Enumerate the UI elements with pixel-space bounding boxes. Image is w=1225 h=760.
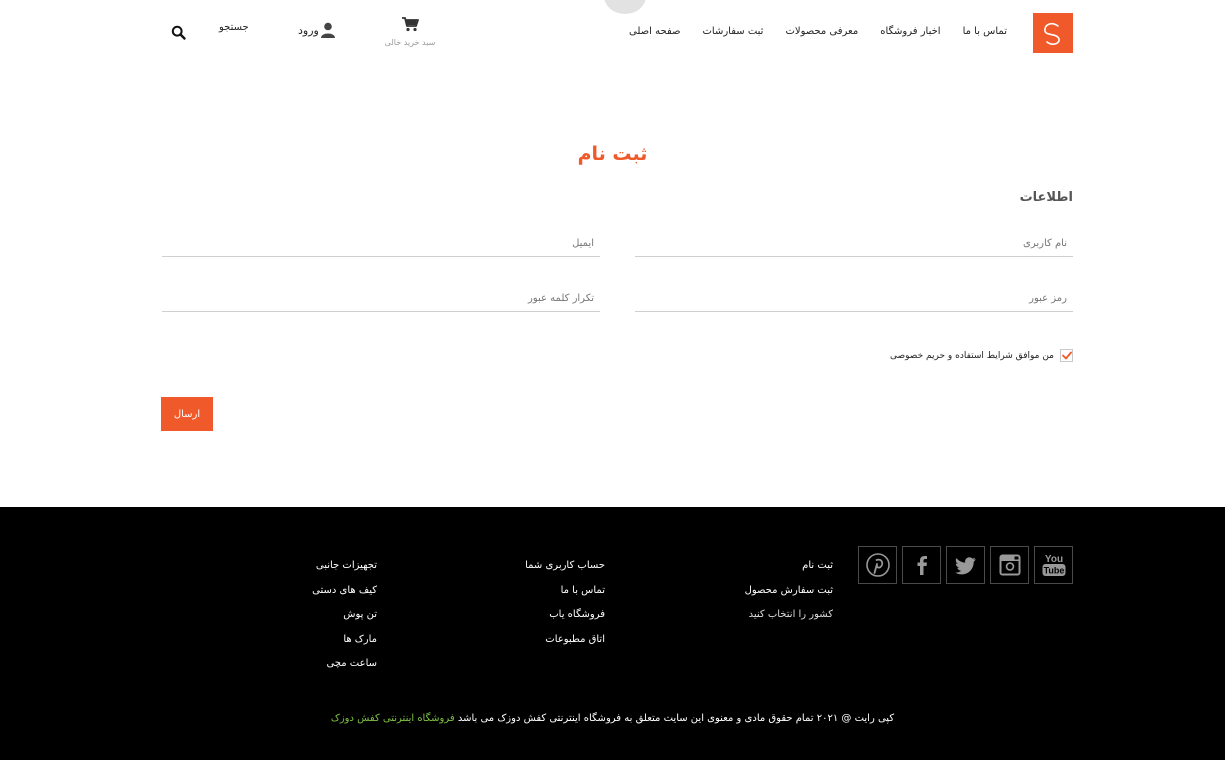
top-tab-handle[interactable]	[604, 0, 646, 14]
footer-column-company: حساب کاربری شما تماس با ما فروشگاه یاب ا…	[525, 554, 605, 652]
email-field-wrap	[162, 231, 600, 257]
twitter-icon	[954, 557, 976, 575]
footer-link[interactable]: تماس با ما	[525, 579, 605, 604]
check-icon	[1061, 351, 1072, 360]
username-field-wrap	[635, 231, 1073, 257]
youtube-link[interactable]: You Tube	[1034, 546, 1073, 584]
nav-item-orders[interactable]: ثبت سفارشات	[703, 26, 764, 37]
footer-link[interactable]: حساب کاربری شما	[525, 554, 605, 579]
nav-item-news[interactable]: اخبار فروشگاه	[880, 26, 940, 37]
submit-button[interactable]: ارسال	[161, 397, 213, 431]
footer-link[interactable]: ثبت سفارش محصول	[745, 579, 833, 604]
footer-link[interactable]: کیف های دستی	[312, 579, 377, 604]
login-label: ورود	[298, 23, 319, 37]
terms-agreement: من موافق شرایط استفاده و حریم خصوصی	[890, 349, 1073, 362]
copyright-notice: کپی رایت @ ۲۰۲۱ تمام حقوق مادی و معنوی ا…	[0, 713, 1225, 724]
footer-link[interactable]: اتاق مطبوعات	[525, 628, 605, 653]
password-field-wrap	[635, 286, 1073, 312]
country-selector[interactable]: کشور را انتخاب کنید	[745, 603, 833, 628]
youtube-icon: You Tube	[1042, 554, 1065, 576]
terms-checkbox[interactable]	[1060, 349, 1073, 362]
social-links: You Tube	[858, 546, 1073, 584]
confirm-password-field-wrap	[162, 286, 600, 312]
site-footer: You Tube ثبت نام ثبت سفارش محصول کشور را…	[0, 507, 1225, 760]
pinterest-icon	[865, 553, 890, 577]
cart-widget[interactable]: سبد خرید خالی	[380, 16, 440, 47]
footer-link[interactable]: مارک ها	[312, 628, 377, 653]
search-icon	[171, 25, 186, 40]
svg-text:Tube: Tube	[1043, 566, 1064, 576]
nav-item-home[interactable]: صفحه اصلی	[629, 26, 680, 37]
email-input[interactable]	[162, 231, 600, 256]
twitter-link[interactable]	[946, 546, 985, 584]
nav-item-contact[interactable]: تماس با ما	[963, 26, 1007, 37]
copyright-text: کپی رایت @ ۲۰۲۱ تمام حقوق مادی و معنوی ا…	[457, 713, 895, 724]
instagram-icon	[999, 554, 1020, 576]
cart-icon	[402, 17, 419, 32]
page-title: ثبت نام	[577, 143, 648, 165]
cart-status-label: سبد خرید خالی	[384, 38, 436, 47]
footer-link[interactable]: ساعت مچی	[312, 652, 377, 677]
footer-link[interactable]: تجهیزات جانبی	[312, 554, 377, 579]
footer-link[interactable]: تن پوش	[312, 603, 377, 628]
footer-link[interactable]: ثبت نام	[745, 554, 833, 579]
nav-item-products[interactable]: معرفی محصولات	[785, 26, 858, 37]
terms-label: من موافق شرایط استفاده و حریم خصوصی	[890, 350, 1054, 361]
footer-column-account: ثبت نام ثبت سفارش محصول کشور را انتخاب ک…	[745, 554, 833, 628]
main-nav: صفحه اصلی ثبت سفارشات معرفی محصولات اخبا…	[629, 26, 1007, 37]
logo-mark-icon	[1044, 23, 1060, 45]
section-title: اطلاعات	[1019, 190, 1073, 205]
confirm-password-input[interactable]	[162, 286, 600, 311]
brand-link[interactable]: فروشگاه اینترنتی کفش دوزک	[331, 713, 455, 724]
facebook-link[interactable]	[902, 546, 941, 584]
site-header: صفحه اصلی ثبت سفارشات معرفی محصولات اخبا…	[0, 0, 1225, 70]
instagram-link[interactable]	[990, 546, 1029, 584]
search-label[interactable]: جستجو	[219, 22, 249, 33]
footer-link[interactable]: فروشگاه یاب	[525, 603, 605, 628]
footer-column-categories: تجهیزات جانبی کیف های دستی تن پوش مارک ه…	[312, 554, 377, 677]
facebook-icon	[917, 556, 927, 575]
username-input[interactable]	[635, 231, 1073, 256]
login-link[interactable]: ورود	[298, 22, 335, 38]
user-icon	[320, 22, 335, 38]
svg-text:You: You	[1044, 554, 1062, 565]
search-button[interactable]	[171, 25, 187, 41]
password-input[interactable]	[635, 286, 1073, 311]
pinterest-link[interactable]	[858, 546, 897, 584]
site-logo[interactable]	[1033, 13, 1073, 53]
